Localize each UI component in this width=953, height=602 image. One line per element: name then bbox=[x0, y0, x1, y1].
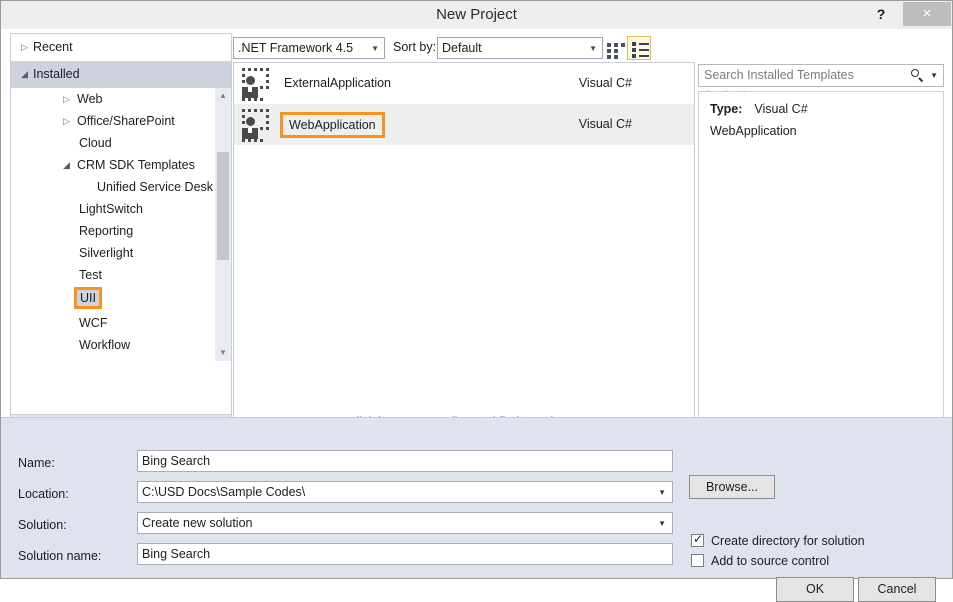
window-title: New Project bbox=[436, 6, 517, 23]
application-icon bbox=[240, 68, 272, 101]
tree-item-uii-highlight: UII bbox=[74, 287, 102, 309]
add-to-source-control-checkbox[interactable]: Add to source control bbox=[691, 554, 829, 569]
tree-item-label: Cloud bbox=[79, 136, 112, 150]
tree-item-crm-sdk-templates[interactable]: ◢ CRM SDK Templates bbox=[11, 154, 231, 176]
chevron-down-icon: ◢ bbox=[63, 160, 70, 170]
tree-item-label: Reporting bbox=[79, 224, 134, 238]
tree-item-wcf[interactable]: WCF bbox=[11, 312, 231, 334]
location-value: C:\USD Docs\Sample Codes\ bbox=[142, 485, 306, 499]
check-icon: ✓ bbox=[693, 532, 704, 546]
tree-item-label: Office/SharePoint bbox=[77, 114, 175, 128]
tree-item-label: CRM SDK Templates bbox=[77, 158, 195, 172]
ok-button[interactable]: OK bbox=[776, 577, 854, 602]
template-row-external-application[interactable]: ExternalApplication Visual C# bbox=[234, 63, 694, 104]
tree-item-workflow[interactable]: Workflow bbox=[11, 334, 231, 356]
tree-item-test[interactable]: Test bbox=[11, 264, 231, 286]
tree-item-label: UII bbox=[80, 291, 96, 305]
tree-item-office-sharepoint[interactable]: ▷ Office/SharePoint bbox=[11, 110, 231, 132]
browse-button[interactable]: Browse... bbox=[689, 475, 775, 499]
template-row-web-application[interactable]: WebApplication Visual C# bbox=[234, 104, 694, 145]
list-view-icon[interactable] bbox=[627, 36, 651, 60]
tree-item-label: Test bbox=[79, 268, 102, 282]
scroll-down-icon[interactable]: ▼ bbox=[215, 345, 231, 361]
solution-dropdown[interactable]: Create new solution ▼ bbox=[137, 512, 673, 534]
tree-item-uii[interactable]: UII bbox=[11, 286, 231, 309]
tree-item-label: Visual C++ bbox=[61, 360, 122, 361]
solution-name-input[interactable]: Bing Search bbox=[137, 543, 673, 565]
close-button[interactable]: × bbox=[903, 2, 951, 26]
tree-item-cloud[interactable]: Cloud bbox=[11, 132, 231, 154]
tree-item-label: Silverlight bbox=[79, 246, 134, 260]
help-button[interactable]: ? bbox=[868, 2, 894, 26]
project-settings-form: Name: Bing Search Location: C:\USD Docs\… bbox=[1, 417, 952, 602]
template-details-panel: Type: Visual C# WebApplication bbox=[698, 91, 944, 443]
template-name: ExternalApplication bbox=[284, 76, 392, 90]
tree-item-label: Unified Service Desk bbox=[97, 180, 214, 194]
checkbox-box: ✓ bbox=[691, 532, 704, 547]
chevron-right-icon: ▷ bbox=[21, 42, 28, 52]
framework-version-dropdown[interactable]: ​.NET Framework 4.5 ▼ bbox=[233, 37, 385, 59]
location-label: Location: bbox=[18, 487, 69, 501]
template-type-label: Type: bbox=[710, 102, 743, 116]
tree-item-reporting[interactable]: Reporting bbox=[11, 220, 231, 242]
category-tree-scrollbar[interactable]: ▲ ▼ bbox=[215, 88, 231, 361]
template-name: WebApplication bbox=[280, 112, 385, 138]
source-control-label: Add to source control bbox=[711, 554, 830, 568]
framework-version-value: ​.NET Framework 4.5 bbox=[238, 41, 354, 55]
chevron-down-icon[interactable]: ▼ bbox=[930, 65, 938, 87]
cancel-button[interactable]: Cancel bbox=[858, 577, 936, 602]
chevron-down-icon: ▼ bbox=[589, 44, 597, 53]
templates-list: ExternalApplication Visual C# WebApplica… bbox=[233, 62, 695, 443]
chevron-down-icon: ◢ bbox=[21, 69, 28, 79]
scrollbar-thumb[interactable] bbox=[217, 152, 229, 260]
tree-item-label: Workflow bbox=[79, 338, 131, 352]
template-categories-panel: ▷ Recent ◢ Installed ▷ Web ▷ Office/SharePoi… bbox=[10, 33, 232, 415]
solution-value: Create new solution bbox=[142, 516, 253, 530]
tree-item-label: LightSwitch bbox=[79, 202, 143, 216]
location-input[interactable]: C:\USD Docs\Sample Codes\ ▼ bbox=[137, 481, 673, 503]
chevron-down-icon: ▼ bbox=[658, 519, 666, 528]
tree-item-label: WCF bbox=[79, 316, 108, 330]
chevron-right-icon: ▷ bbox=[47, 356, 59, 361]
category-tree: ▷ Web ▷ Office/SharePoint Cloud ◢ CRM SDK T… bbox=[11, 88, 231, 361]
chevron-right-icon: ▷ bbox=[63, 116, 70, 126]
new-project-dialog: New Project ? × ▷ Recent ◢ Installed ▷ Web … bbox=[0, 0, 953, 602]
template-type-value: Visual C# bbox=[754, 102, 808, 116]
dialog-body: ▷ Recent ◢ Installed ▷ Web ▷ Office/SharePoi… bbox=[1, 29, 952, 602]
checkbox-box bbox=[691, 554, 704, 567]
solution-label: Solution: bbox=[18, 518, 67, 532]
tree-item-web[interactable]: ▷ Web bbox=[11, 88, 231, 110]
chevron-right-icon: ▷ bbox=[63, 94, 70, 104]
chevron-down-icon: ▼ bbox=[658, 488, 666, 497]
create-directory-checkbox[interactable]: ✓ Create directory for solution bbox=[691, 532, 865, 549]
scroll-up-icon[interactable]: ▲ bbox=[215, 88, 231, 104]
sidebar-item-label: Installed bbox=[33, 67, 80, 81]
sidebar-item-label: Recent bbox=[33, 40, 73, 54]
tree-item-label: Web bbox=[77, 92, 103, 106]
tree-item-unified-service-desk[interactable]: Unified Service Desk bbox=[11, 176, 231, 198]
template-language: Visual C# bbox=[578, 117, 632, 131]
solution-name-label: Solution name: bbox=[18, 549, 102, 563]
search-icon[interactable] bbox=[910, 68, 925, 83]
sort-by-label: Sort by: bbox=[393, 40, 437, 54]
template-language: Visual C# bbox=[578, 76, 632, 90]
tree-item-silverlight[interactable]: Silverlight bbox=[11, 242, 231, 264]
sidebar-item-recent[interactable]: ▷ Recent bbox=[11, 34, 231, 61]
tree-item-lightswitch[interactable]: LightSwitch bbox=[11, 198, 231, 220]
name-label: Name: bbox=[18, 456, 55, 470]
create-directory-label: Create directory for solution bbox=[711, 534, 865, 548]
template-type-line: Type: Visual C# bbox=[710, 102, 808, 116]
sidebar-item-installed[interactable]: ◢ Installed bbox=[11, 61, 231, 88]
name-input[interactable]: Bing Search bbox=[137, 450, 673, 472]
search-templates-box[interactable]: Search Installed Templates (Ctrl+E) ▼ bbox=[698, 64, 944, 103]
chevron-down-icon: ▼ bbox=[371, 44, 379, 53]
application-icon bbox=[240, 109, 272, 142]
tree-item-visual-cpp[interactable]: ▷Visual C++ bbox=[11, 356, 231, 361]
template-description: WebApplication bbox=[710, 124, 797, 138]
title-bar: New Project ? × bbox=[1, 1, 952, 29]
templates-toolbar: ​.NET Framework 4.5 ▼ Sort by: Default ▼ bbox=[233, 35, 695, 61]
sort-by-value: Default bbox=[442, 41, 482, 55]
sort-by-dropdown[interactable]: Default ▼ bbox=[437, 37, 603, 59]
tiles-view-icon[interactable] bbox=[601, 36, 625, 60]
